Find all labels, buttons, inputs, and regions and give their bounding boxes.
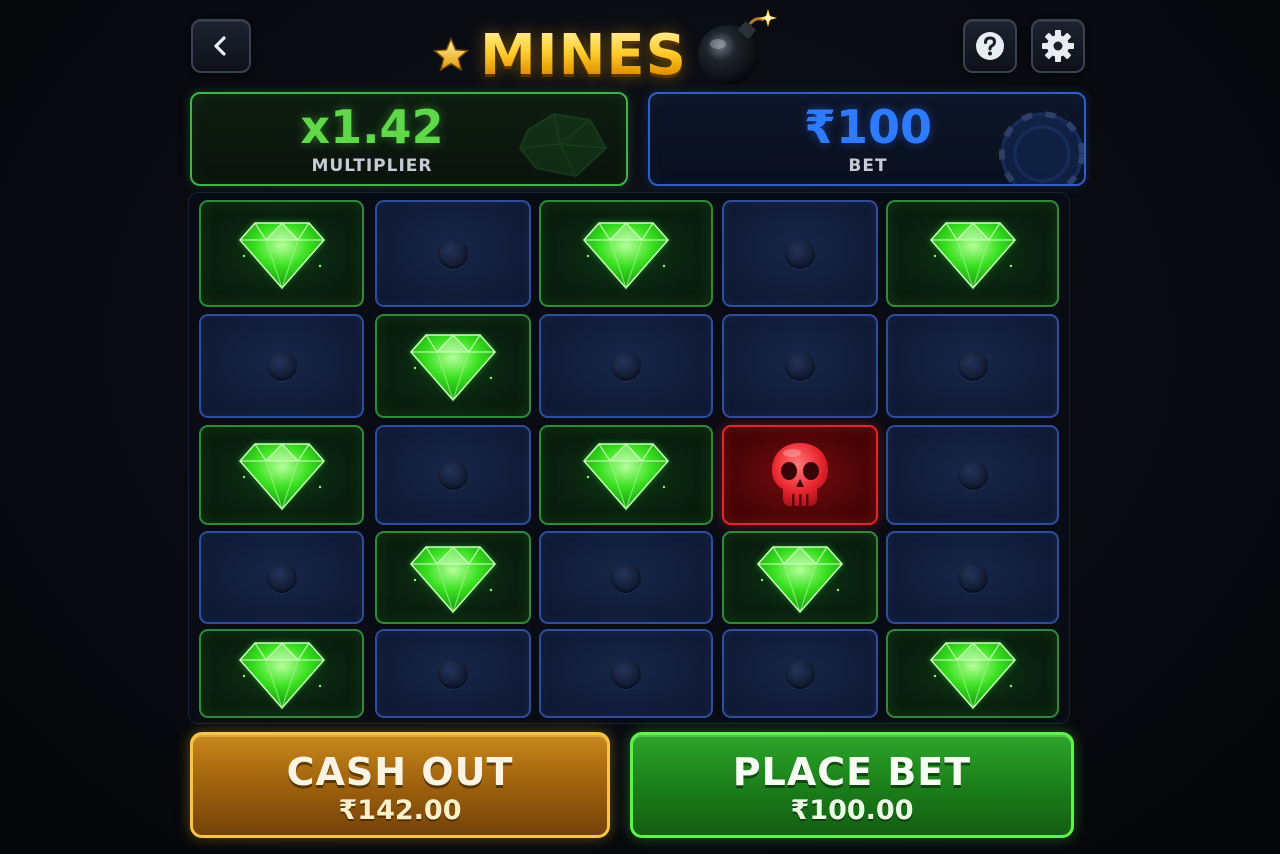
emerald-gem-icon [928,641,1017,710]
hidden-tile-dot [266,351,297,381]
tile-hidden[interactable] [199,531,364,624]
tile-hidden[interactable] [539,531,713,624]
hidden-tile-dot [438,238,468,269]
bomb-icon [698,9,777,85]
hidden-tile-dot [785,658,815,689]
emerald-gem-icon [237,641,326,710]
bet-label: BET [848,156,888,176]
tile-hidden[interactable] [722,200,878,307]
tile-gem [375,531,531,624]
emerald-gem-icon [237,443,326,511]
hidden-tile-dot [957,460,988,490]
cash-out-amount: ₹142.00 [338,795,462,826]
mines-game: MINES x1.42 MULTIPLIER ₹100 BET CASH OUT… [0,0,1280,854]
star-icon [432,37,470,72]
place-bet-amount: ₹100.00 [790,795,914,826]
tile-gem [722,531,878,624]
back-button[interactable] [191,19,251,73]
emerald-gem-icon [928,221,1017,290]
emerald-gem-icon [582,443,670,511]
bet-value: ₹100 [803,100,933,154]
emerald-gem-icon [409,334,497,402]
game-title: MINES [430,8,790,88]
cash-out-label: CASH OUT [286,750,514,794]
emerald-gem-icon [582,221,670,290]
place-bet-label: PLACE BET [732,750,972,794]
emerald-gem-icon [237,221,326,290]
tile-hidden[interactable] [722,314,878,418]
tile-hidden[interactable] [539,629,713,718]
hidden-tile-dot [785,238,815,269]
tile-gem [199,425,364,525]
hidden-tile-dot [611,658,641,689]
emerald-gem-icon [756,545,844,614]
hidden-tile-dot [611,351,641,381]
bet-panel: ₹100 BET [648,92,1086,186]
multiplier-label: MULTIPLIER [311,156,433,176]
tile-hidden[interactable] [886,314,1059,418]
tile-gem [886,200,1059,307]
tile-hidden[interactable] [539,314,713,418]
title-text: MINES [480,23,688,88]
cash-out-button[interactable]: CASH OUT ₹142.00 [190,732,610,838]
hidden-tile-dot [957,562,988,593]
tile-hidden[interactable] [375,425,531,525]
hidden-tile-dot [957,351,988,381]
tile-hidden[interactable] [886,531,1059,624]
hidden-tile-dot [611,562,641,593]
tile-mine [722,425,878,525]
tile-hidden[interactable] [722,629,878,718]
skull-icon [772,443,828,506]
gear-icon [1042,30,1074,62]
tile-hidden[interactable] [375,629,531,718]
mines-board [188,192,1070,724]
help-button[interactable] [963,19,1017,73]
tile-hidden[interactable] [375,200,531,307]
emerald-gem-icon [409,545,497,614]
multiplier-panel: x1.42 MULTIPLIER [190,92,628,186]
chevron-left-icon [214,36,226,56]
hidden-tile-dot [785,351,815,381]
question-icon [976,32,1004,60]
settings-button[interactable] [1031,19,1085,73]
hidden-tile-dot [266,562,297,593]
place-bet-button[interactable]: PLACE BET ₹100.00 [630,732,1074,838]
tile-gem [539,425,713,525]
tile-gem [539,200,713,307]
tile-gem [375,314,531,418]
tile-gem [199,200,364,307]
multiplier-value: x1.42 [300,100,444,154]
tile-hidden[interactable] [886,425,1059,525]
tile-gem [886,629,1059,718]
hidden-tile-dot [438,460,468,490]
tile-gem [199,629,364,718]
hidden-tile-dot [438,658,468,689]
tile-hidden[interactable] [199,314,364,418]
